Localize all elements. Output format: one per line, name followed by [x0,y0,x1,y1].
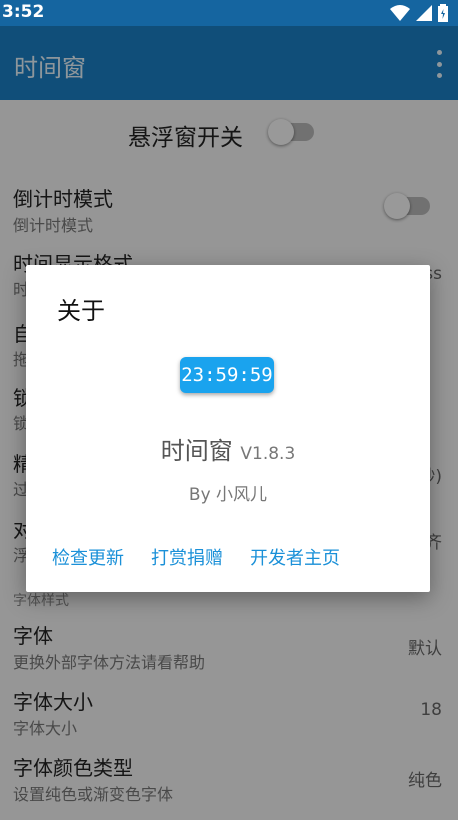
dialog-actions: 检查更新 打赏捐赠 开发者主页 [52,544,340,570]
status-bar: 3:52 [0,0,458,26]
app-name: 时间窗 [160,437,233,465]
donate-button[interactable]: 打赏捐赠 [151,544,223,570]
app-version: V1.8.3 [240,444,296,464]
about-dialog: 关于 23:59:59 时间窗 V1.8.3 By 小风儿 检查更新 打赏捐赠 … [26,265,430,592]
developer-homepage-button[interactable]: 开发者主页 [250,544,340,570]
app-author: By 小风儿 [188,485,268,505]
check-update-button[interactable]: 检查更新 [52,544,124,570]
signal-icon [416,5,432,21]
status-icons [390,4,448,22]
status-time: 3:52 [2,2,45,22]
clock-preview: 23:59:59 [180,357,274,393]
battery-icon [438,4,448,22]
app-name-line: 时间窗 V1.8.3 [26,431,430,466]
dialog-title: 关于 [57,297,105,325]
wifi-icon [390,5,410,21]
